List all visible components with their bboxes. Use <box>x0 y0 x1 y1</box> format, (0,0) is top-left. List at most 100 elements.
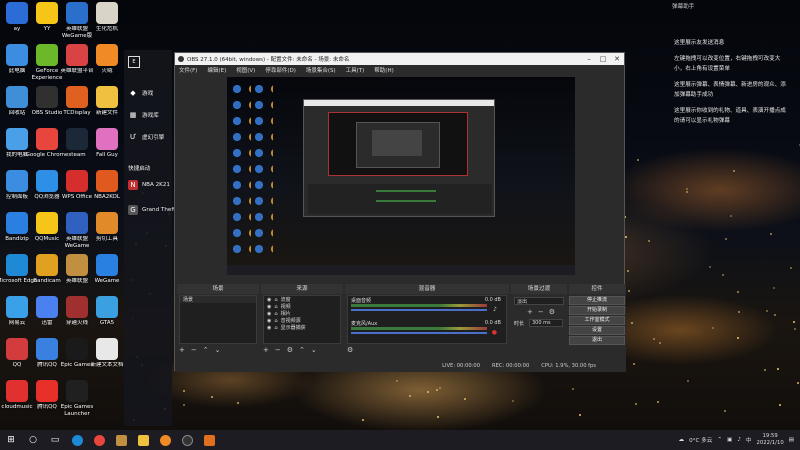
gear-icon[interactable]: ⚙ <box>549 308 555 316</box>
obs-taskbar-icon[interactable] <box>176 430 198 450</box>
mute-icon[interactable]: ● <box>492 329 497 336</box>
duration-input[interactable]: 300 ms <box>529 319 563 327</box>
lock-icon[interactable]: ⌂ <box>274 325 277 331</box>
lol-taskbar-icon[interactable] <box>110 430 132 450</box>
desktop-icon[interactable]: 新建文本文档 <box>86 338 128 382</box>
scene-item[interactable]: 场景 <box>180 296 256 303</box>
app-taskbar-icon[interactable] <box>198 430 220 450</box>
windows-start-icon[interactable]: ⊞ <box>0 430 22 450</box>
app-icon <box>36 44 58 66</box>
start-item-library[interactable]: ▦ 游戏库 <box>128 110 159 120</box>
start-item-game[interactable]: ◆ 游戏 <box>128 88 153 98</box>
eye-icon[interactable]: ◉ <box>267 311 271 317</box>
maximize-icon[interactable]: □ <box>596 53 610 65</box>
cpu-usage: CPU: 1.9%, 30.00 fps <box>541 363 596 369</box>
speaker-icon[interactable]: ♪ <box>493 306 497 313</box>
settings-button[interactable]: 设置 <box>569 326 625 335</box>
menu-scene-collection[interactable]: 场景集合(S) <box>306 66 336 74</box>
channel-level: 0.0 dB <box>484 297 501 303</box>
notification-icon[interactable]: ▤ <box>789 437 794 443</box>
game-icon: ◆ <box>130 89 136 97</box>
lock-icon[interactable]: ⌂ <box>274 304 277 310</box>
source-item[interactable]: ◉ ⌂ 显示器捕获 <box>264 324 340 332</box>
desktop-icon[interactable]: 剪切工具 <box>86 212 128 256</box>
light-dot <box>796 381 799 384</box>
remove-icon[interactable]: − <box>538 308 544 316</box>
weather-text[interactable]: 0°C 多云 <box>689 436 712 444</box>
menu-edit[interactable]: 编辑(E) <box>207 66 226 74</box>
gear-icon[interactable]: ⚙ <box>347 346 353 354</box>
close-icon[interactable]: ✕ <box>610 53 624 65</box>
eye-icon[interactable]: ◉ <box>267 318 271 324</box>
desktop-icon[interactable]: GTA5 <box>86 296 128 340</box>
desktop-icon[interactable]: 火绒 <box>86 44 128 88</box>
network-icon[interactable]: ▣ <box>727 437 732 443</box>
move-up-icon[interactable]: ⌃ <box>203 346 209 354</box>
edge-taskbar-icon[interactable] <box>66 430 88 450</box>
start-recording-button[interactable]: 开始录制 <box>569 306 625 315</box>
desktop-icon[interactable]: Epic Games Launcher <box>56 380 98 424</box>
move-down-icon[interactable]: ⌄ <box>311 346 317 354</box>
menu-tools[interactable]: 工具(T) <box>346 66 365 74</box>
obs-window[interactable]: OBS 27.1.0 (64bit, windows) - 配置文件: 未命名 … <box>174 52 626 372</box>
eye-icon[interactable]: ◉ <box>267 325 271 331</box>
explorer-taskbar-icon[interactable] <box>132 430 154 450</box>
task-view-icon[interactable]: ▭ <box>44 430 66 450</box>
weather-icon[interactable]: ☁ <box>679 437 685 443</box>
volume-slider[interactable] <box>351 309 487 311</box>
app-icon <box>36 296 58 318</box>
start-item-nba[interactable]: N NBA 2K21 <box>128 180 170 190</box>
lock-icon[interactable]: ⌂ <box>274 318 277 324</box>
search-icon[interactable]: ○ <box>22 430 44 450</box>
tray-arrow-icon[interactable]: ⌃ <box>717 437 722 443</box>
app-icon <box>66 254 88 276</box>
unreal-icon: Ư <box>129 133 136 141</box>
source-item[interactable]: ◉ ⌂ 音视频源 <box>264 317 340 325</box>
desktop-icon[interactable]: WeGame <box>86 254 128 298</box>
eye-icon[interactable]: ◉ <box>267 297 271 303</box>
controls-dock-title: 控件 <box>569 284 625 294</box>
obs-titlebar[interactable]: OBS 27.1.0 (64bit, windows) - 配置文件: 未命名 … <box>175 53 624 65</box>
start-item-unreal[interactable]: Ư 虚幻引擎 <box>128 132 164 142</box>
source-item[interactable]: ◉ ⌂ 流窗 <box>264 296 340 304</box>
desktop-icon[interactable]: 新建文件 <box>86 86 128 130</box>
controls-dock: 控件 停止推流 开始录制 工作室模式 设置 退出 <box>569 284 625 356</box>
exit-button[interactable]: 退出 <box>569 336 625 345</box>
desktop-icon[interactable]: Fall Guy <box>86 128 128 172</box>
transition-select[interactable]: 淡出 <box>514 297 564 305</box>
nested-icon-column <box>229 81 277 261</box>
remove-icon[interactable]: − <box>275 346 281 354</box>
menu-file[interactable]: 文件(F) <box>179 66 197 74</box>
light-dot <box>438 386 441 389</box>
start-item-gta[interactable]: G Grand Theft <box>128 205 175 215</box>
studio-mode-button[interactable]: 工作室模式 <box>569 316 625 325</box>
menu-docks[interactable]: 停靠部件(D) <box>265 66 296 74</box>
obs-preview-canvas[interactable] <box>227 77 575 275</box>
menu-view[interactable]: 视图(V) <box>236 66 255 74</box>
scenes-list[interactable]: 场景 <box>179 295 257 344</box>
add-icon[interactable]: + <box>179 346 185 354</box>
sources-list[interactable]: ◉ ⌂ 流窗 ◉ ⌂ 视频 ◉ ⌂ 相片 ◉ ⌂ 音视频源 ◉ ⌂ 显示器捕获 <box>263 295 341 344</box>
gear-icon[interactable]: ⚙ <box>287 346 293 354</box>
move-up-icon[interactable]: ⌃ <box>299 346 305 354</box>
eye-icon[interactable]: ◉ <box>267 304 271 310</box>
move-down-icon[interactable]: ⌄ <box>215 346 221 354</box>
desktop-icon[interactable]: NBA2KOL <box>86 170 128 214</box>
add-icon[interactable]: + <box>263 346 269 354</box>
volume-slider[interactable] <box>351 332 487 334</box>
clock[interactable]: 19:59 2022/1/10 <box>757 433 784 447</box>
chrome-taskbar-icon[interactable] <box>88 430 110 450</box>
stop-streaming-button[interactable]: 停止推流 <box>569 296 625 305</box>
minimize-icon[interactable]: – <box>582 53 596 65</box>
lock-icon[interactable]: ⌂ <box>274 311 277 317</box>
source-item[interactable]: ◉ ⌂ 相片 <box>264 310 340 318</box>
source-item[interactable]: ◉ ⌂ 视频 <box>264 303 340 311</box>
lock-icon[interactable]: ⌂ <box>274 297 277 303</box>
desktop-icon[interactable]: 生化危机 <box>86 2 128 46</box>
ime-icon[interactable]: 中 <box>746 436 752 444</box>
volume-icon[interactable]: ♪ <box>737 437 741 443</box>
remove-icon[interactable]: − <box>191 346 197 354</box>
add-icon[interactable]: + <box>527 308 533 316</box>
menu-help[interactable]: 帮助(H) <box>374 66 393 74</box>
firefox-taskbar-icon[interactable] <box>154 430 176 450</box>
